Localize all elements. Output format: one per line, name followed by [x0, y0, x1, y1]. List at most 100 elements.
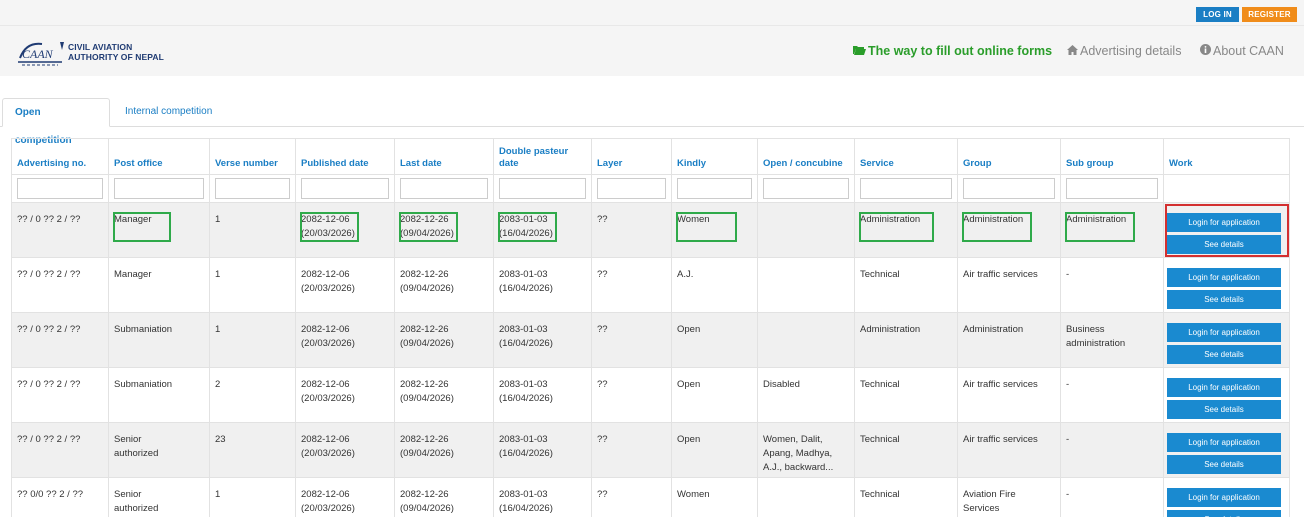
filter-double-pasteur-date-input[interactable]	[499, 178, 586, 199]
sub-group: Business administration	[1066, 324, 1126, 349]
login-for-application-button[interactable]: Login for application	[1167, 213, 1281, 232]
cell-advertising-no: ?? 0/0 ?? 2 / ??	[11, 477, 109, 517]
tab-internal-competition[interactable]: Internal competition	[113, 98, 224, 127]
col-header-last-date[interactable]: Last date	[394, 138, 494, 175]
service: Administration	[860, 324, 921, 335]
service: Technical	[860, 379, 900, 390]
col-header-double-pasteur-date[interactable]: Double pasteur date	[493, 138, 592, 175]
last-date-bs: 2082-12-26	[400, 269, 449, 280]
cell-kindly: Women	[671, 202, 758, 258]
kindly: Open	[677, 434, 701, 445]
cell-service: Technical	[854, 422, 958, 478]
filter-layer-input[interactable]	[597, 178, 666, 199]
col-header-verse-number[interactable]: Verse number	[209, 138, 296, 175]
advertising-no: ?? / 0 ?? 2 / ??	[17, 434, 81, 445]
col-header-published-date[interactable]: Published date	[295, 138, 395, 175]
col-header-advertising-no[interactable]: Advertising no.	[11, 138, 109, 175]
logo-line-2: AUTHORITY OF NEPAL	[68, 52, 164, 62]
col-header-sub-group[interactable]: Sub group	[1060, 138, 1164, 175]
cell-last-date: 2082-12-26 (09/04/2026)	[394, 422, 494, 478]
cell-open-concubine	[757, 257, 855, 313]
last-date-ad: (09/04/2026)	[400, 228, 454, 239]
login-for-application-button[interactable]: Login for application	[1167, 488, 1281, 507]
see-details-button[interactable]: See details	[1167, 510, 1281, 517]
cell-last-date: 2082-12-26 (09/04/2026)	[394, 257, 494, 313]
filter-group-input[interactable]	[963, 178, 1055, 199]
see-details-button[interactable]: See details	[1167, 235, 1281, 254]
nav-advertising-details[interactable]: Advertising details	[1067, 44, 1181, 58]
filter-kindly-input[interactable]	[677, 178, 752, 199]
login-for-application-button[interactable]: Login for application	[1167, 433, 1281, 452]
table-row: ?? / 0 ?? 2 / ?? Manager 1 2082-12-06 (20/…	[11, 202, 1290, 258]
published-date-ad: (20/03/2026)	[301, 448, 355, 459]
published-date-ad: (20/03/2026)	[301, 338, 355, 349]
col-header-kindly[interactable]: Kindly	[671, 138, 758, 175]
col-header-group[interactable]: Group	[957, 138, 1061, 175]
cell-published-date: 2082-12-06 (20/03/2026)	[295, 202, 395, 258]
cell-layer: ??	[591, 202, 672, 258]
register-button[interactable]: REGISTER	[1242, 7, 1297, 22]
highlight-green-box: 2082-12-26 (09/04/2026)	[399, 212, 458, 242]
tab-open-competition[interactable]: Open competition	[2, 98, 110, 146]
last-date-ad: (09/04/2026)	[400, 283, 454, 294]
group: Aviation Fire Services	[963, 489, 1016, 514]
filter-verse-number-input[interactable]	[215, 178, 290, 199]
double-date-ad: (16/04/2026)	[499, 503, 553, 514]
filter-advertising-no-input[interactable]	[17, 178, 103, 199]
layer: ??	[597, 269, 608, 280]
filter-sub-group-input[interactable]	[1066, 178, 1158, 199]
last-date-ad: (09/04/2026)	[400, 503, 454, 514]
double-date-bs: 2083-01-03	[499, 379, 548, 390]
caan-logo[interactable]: CAAN CIVIL AVIATION AUTHORITY OF NEPAL	[16, 38, 176, 70]
highlight-green-box: 2083-01-03 (16/04/2026)	[498, 212, 557, 242]
login-for-application-button[interactable]: Login for application	[1167, 268, 1281, 287]
filter-post-office-input[interactable]	[114, 178, 204, 199]
filter-last-date-input[interactable]	[400, 178, 488, 199]
group: Air traffic services	[963, 434, 1038, 445]
nav-online-forms-label: The way to fill out online forms	[868, 44, 1053, 58]
nav-online-forms[interactable]: The way to fill out online forms	[853, 44, 1052, 58]
cell-layer: ??	[591, 422, 672, 478]
double-date-ad: (16/04/2026)	[499, 338, 553, 349]
cell-double-pasteur-date: 2083-01-03 (16/04/2026)	[493, 257, 592, 313]
see-details-button[interactable]: See details	[1167, 455, 1281, 474]
filter-published-date-input[interactable]	[301, 178, 389, 199]
double-date-bs: 2083-01-03	[499, 269, 548, 280]
login-for-application-button[interactable]: Login for application	[1167, 378, 1281, 397]
last-date-bs: 2082-12-26	[400, 324, 449, 335]
layer: ??	[597, 324, 608, 335]
cell-last-date: 2082-12-26 (09/04/2026)	[394, 312, 494, 368]
table-body: ?? / 0 ?? 2 / ?? Manager 1 2082-12-06 (20/…	[11, 202, 1290, 517]
see-details-button[interactable]: See details	[1167, 290, 1281, 309]
cell-kindly: Women	[671, 477, 758, 517]
layer: ??	[597, 214, 608, 225]
last-date-bs: 2082-12-26	[400, 489, 449, 500]
filter-service-input[interactable]	[860, 178, 952, 199]
cell-verse-number: 23	[209, 422, 296, 478]
cell-last-date: 2082-12-26 (09/04/2026)	[394, 367, 494, 423]
col-header-service[interactable]: Service	[854, 138, 958, 175]
cell-kindly: Open	[671, 367, 758, 423]
login-for-application-button[interactable]: Login for application	[1167, 323, 1281, 342]
published-date-ad: (20/03/2026)	[301, 393, 355, 404]
col-header-post-office[interactable]: Post office	[108, 138, 210, 175]
filter-row	[11, 174, 1290, 203]
see-details-button[interactable]: See details	[1167, 400, 1281, 419]
nav-about-caan[interactable]: About CAAN	[1200, 44, 1284, 58]
cell-kindly: A.J.	[671, 257, 758, 313]
last-date-ad: (09/04/2026)	[400, 338, 454, 349]
col-header-open-concubine[interactable]: Open / concubine	[757, 138, 855, 175]
highlight-green-box: Administration	[1064, 212, 1136, 242]
cell-post-office: Senior authorized	[108, 422, 210, 478]
see-details-button[interactable]: See details	[1167, 345, 1281, 364]
group: Air traffic services	[963, 379, 1038, 390]
svg-text:CAAN: CAAN	[22, 47, 54, 61]
filter-open-concubine-input[interactable]	[763, 178, 849, 199]
cell-sub-group: -	[1060, 477, 1164, 517]
cell-post-office: Senior authorized	[108, 477, 210, 517]
cell-advertising-no: ?? / 0 ?? 2 / ??	[11, 367, 109, 423]
col-header-layer[interactable]: Layer	[591, 138, 672, 175]
cell-sub-group: -	[1060, 422, 1164, 478]
login-button[interactable]: LOG IN	[1196, 7, 1239, 22]
published-date-bs: 2082-12-06	[301, 434, 350, 445]
